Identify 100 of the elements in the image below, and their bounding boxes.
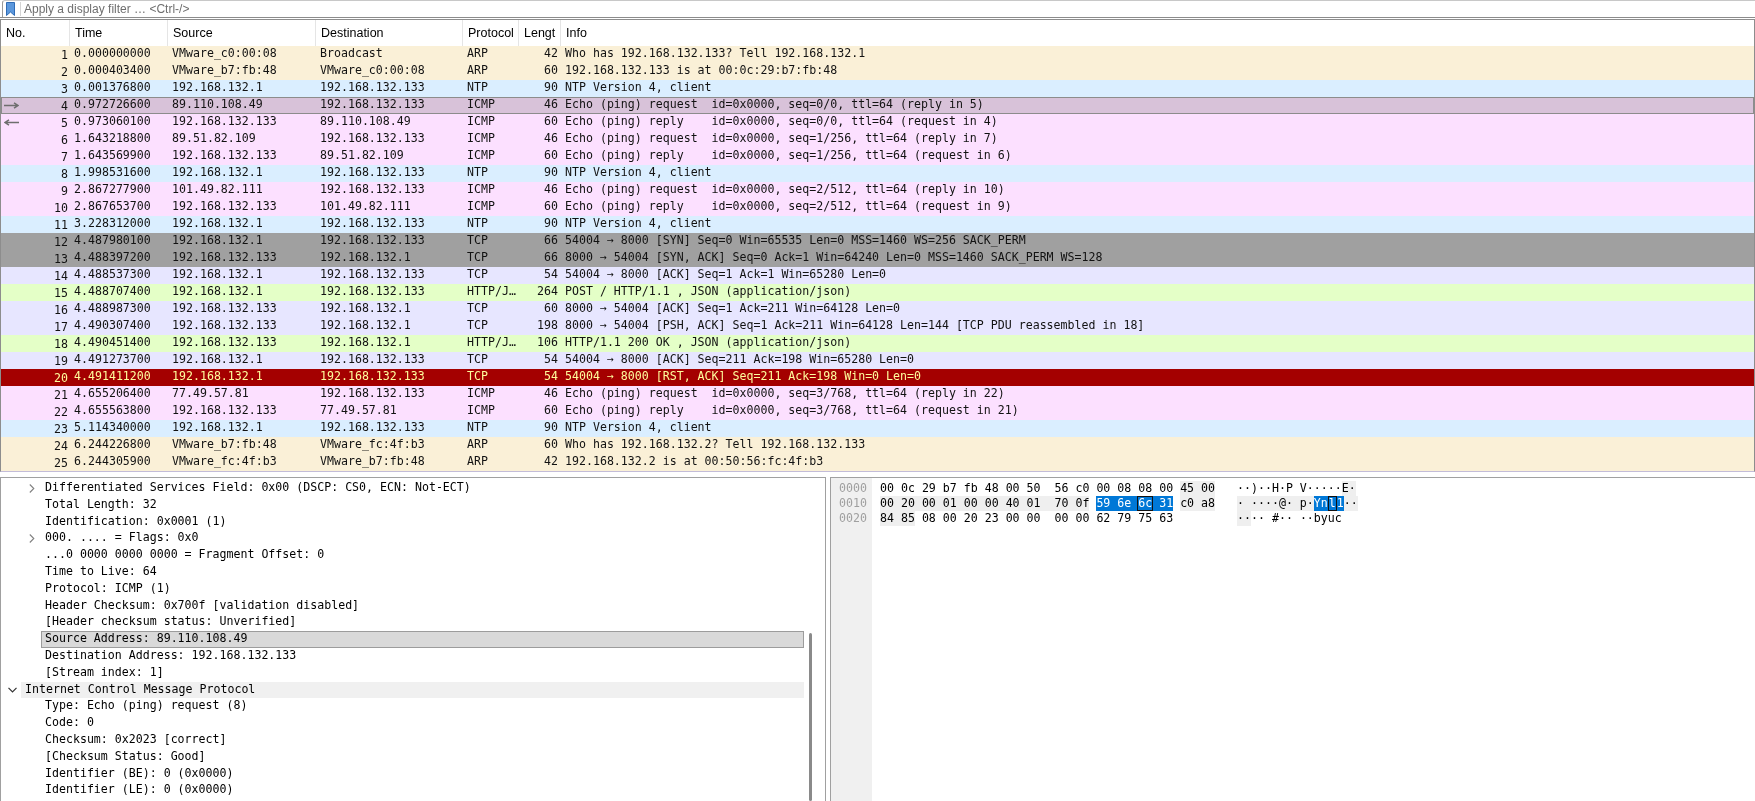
tree-item[interactable]: Differentiated Services Field: 0x00 (DSCP: CS0, ECN: Not-ECT): [41, 480, 804, 497]
tree-item[interactable]: [Header checksum status: Unverified]: [41, 614, 804, 632]
packet-number: 11: [54, 217, 68, 232]
tree-item[interactable]: ...0 0000 0000 0000 = Fragment Offset: 0: [41, 547, 804, 564]
hex-bytes[interactable]: 08 00 20 23 00 00 00 00 62 79 75 63: [921, 511, 1174, 526]
scrollbar-thumb[interactable]: [808, 633, 812, 801]
tree-item[interactable]: Protocol: ICMP (1): [41, 580, 804, 598]
ascii-text[interactable]: · ····@· p·: [1237, 496, 1314, 511]
chevron-down-icon[interactable]: [7, 686, 17, 693]
destination-address: VMware_c0:00:08: [320, 63, 425, 77]
destination-address: 192.168.132.133: [320, 420, 425, 434]
tree-item[interactable]: Identifier (LE): 0 (0x0000): [41, 782, 804, 800]
packet-time: 2.867653700: [74, 199, 151, 213]
packet-number: 13: [54, 251, 68, 266]
destination-address: 101.49.82.111: [320, 199, 411, 213]
packet-row[interactable]: 12 4.487980100 192.168.132.1 192.168.132.133 TCP 66 54004 → 8000 [SYN] Seq=0 Win=65535 Len=0 MSS=1460 WS=256 SACK_PERM: [1, 233, 1754, 250]
ascii-text[interactable]: ··)··H·P V·····: [1237, 481, 1342, 496]
packet-row[interactable]: 18 4.490451400 192.168.132.133 192.168.132.1 HTTP/J… 106 HTTP/1.1 200 OK , JSON (application/json): [1, 335, 1754, 352]
tree-item[interactable]: Type: Echo (ping) request (8): [41, 698, 804, 716]
hex-bytes[interactable]: 84 85: [880, 511, 915, 526]
tree-item[interactable]: Checksum: 0x2023 [correct]: [41, 731, 804, 749]
packet-length: 46: [544, 131, 558, 145]
packet-row[interactable]: 15 4.488707400 192.168.132.1 192.168.132.133 HTTP/J… 264 POST / HTTP/1.1 , JSON (application/json): [1, 284, 1754, 301]
packet-row[interactable]: 16 4.488987300 192.168.132.133 192.168.132.1 TCP 60 8000 → 54004 [ACK] Seq=1 Ack=211 Win=64128 Len=0: [1, 301, 1754, 318]
ascii-text[interactable]: l: [1327, 496, 1337, 511]
destination-address: 192.168.132.133: [320, 267, 425, 281]
tree-item[interactable]: Identification: 0x0001 (1): [41, 513, 804, 531]
tree-item[interactable]: [Stream index: 1]: [41, 664, 804, 682]
packet-length: 54: [544, 352, 558, 366]
packet-time: 5.114340000: [74, 420, 151, 434]
chevron-right-icon[interactable]: [29, 483, 35, 493]
hex-bytes[interactable]: 31: [1153, 496, 1174, 511]
hex-bytes[interactable]: 00 0c 29 b7 fb 48 00 50 56 c0 00 08 08 00: [880, 481, 1174, 496]
packet-row[interactable]: 25 6.244305900 VMware_fc:4f:b3 VMware_b7:fb:48 ARP 42 192.168.132.2 is at 00:50:56:fc:4f:b3: [1, 454, 1754, 471]
packet-row[interactable]: 4 0.972726600 89.110.108.49 192.168.132.133 ICMP 46 Echo (ping) request id=0x0000, seq=0/0, ttl=64 (reply in 5): [1, 97, 1754, 114]
packet-length: 42: [544, 454, 558, 468]
column-header[interactable]: Info: [561, 20, 1754, 46]
tree-item[interactable]: Header Checksum: 0x700f [validation disabled]: [41, 597, 804, 615]
packet-time: 2.867277900: [74, 182, 151, 196]
tree-item[interactable]: Total Length: 32: [41, 496, 804, 514]
packet-length: 60: [544, 199, 558, 213]
packet-row[interactable]: 24 6.244226800 VMware_b7:fb:48 VMware_fc:4f:b3 ARP 60 Who has 192.168.132.2? Tell 192.168.132.133: [1, 437, 1754, 454]
packet-row[interactable]: 20 4.491411200 192.168.132.1 192.168.132.133 TCP 54 54004 → 8000 [RST, ACK] Seq=211 Ack=198 Win=0 Len=0: [1, 369, 1754, 386]
tree-item[interactable]: 000. .... = Flags: 0x0: [41, 530, 804, 548]
packet-info: Echo (ping) reply id=0x0000, seq=0/0, ttl=64 (request in 4): [565, 114, 998, 128]
packet-number: 18: [54, 336, 68, 351]
packet-time: 1.998531600: [74, 165, 151, 179]
protocol-name: ICMP: [467, 386, 495, 400]
packet-row[interactable]: 3 0.001376800 192.168.132.1 192.168.132.133 NTP 90 NTP Version 4, client: [1, 80, 1754, 97]
packet-row[interactable]: 13 4.488397200 192.168.132.133 192.168.132.1 TCP 66 8000 → 54004 [SYN, ACK] Seq=0 Ack=1 Win=64240 Len=0 MSS=1460 SACK_PERM WS=128: [1, 250, 1754, 267]
packet-row[interactable]: 14 4.488537300 192.168.132.1 192.168.132.133 TCP 54 54004 → 8000 [ACK] Seq=1 Ack=1 Win=65280 Len=0: [1, 267, 1754, 284]
ascii-text[interactable]: ··: [1237, 511, 1251, 526]
ascii-text[interactable]: ·· #·· ··byuc: [1251, 511, 1342, 526]
destination-address: 192.168.132.133: [320, 216, 425, 230]
packet-row[interactable]: 1 0.000000000 VMware_c0:00:08 Broadcast ARP 42 Who has 192.168.132.133? Tell 192.168.132.1: [1, 46, 1754, 63]
packet-row[interactable]: 2 0.000403400 VMware_b7:fb:48 VMware_c0:00:08 ARP 60 192.168.132.133 is at 00:0c:29:b7:fb:48: [1, 63, 1754, 80]
tree-item[interactable]: Destination Address: 192.168.132.133: [41, 647, 804, 665]
packet-time: 4.490451400: [74, 335, 151, 349]
chevron-right-icon[interactable]: [29, 534, 35, 544]
packet-time: 0.972726600: [74, 97, 151, 111]
hex-bytes[interactable]: 45 00: [1180, 481, 1216, 496]
packet-row[interactable]: 10 2.867653700 192.168.132.133 101.49.82.111 ICMP 60 Echo (ping) reply id=0x0000, seq=2/512, ttl=64 (request in 9): [1, 199, 1754, 216]
tree-item[interactable]: Time to Live: 64: [41, 564, 804, 581]
packet-row[interactable]: 7 1.643569900 192.168.132.133 89.51.82.109 ICMP 60 Echo (ping) reply id=0x0000, seq=1/256, ttl=64 (request in 6): [1, 148, 1754, 165]
packet-row[interactable]: 21 4.655206400 77.49.57.81 192.168.132.133 ICMP 46 Echo (ping) request id=0x0000, seq=3/768, ttl=64 (reply in 22): [1, 386, 1754, 403]
hex-bytes[interactable]: 00 20 00 01 00 00 40 01 70 0f: [880, 496, 1090, 511]
ascii-text[interactable]: 1: [1336, 496, 1344, 511]
packet-row[interactable]: 17 4.490307400 192.168.132.133 192.168.132.1 TCP 198 8000 → 54004 [PSH, ACK] Seq=1 Ack=211 Win=64128 Len=144 [TCP PDU reassembled in 18]: [1, 318, 1754, 335]
packet-number: 23: [54, 421, 68, 436]
tree-item[interactable]: [Checksum Status: Good]: [41, 748, 804, 766]
hex-bytes[interactable]: c0 a8: [1180, 496, 1216, 511]
packet-number: 3: [61, 81, 68, 96]
packet-row[interactable]: 6 1.643218800 89.51.82.109 192.168.132.133 ICMP 46 Echo (ping) request id=0x0000, seq=1/256, ttl=64 (reply in 7): [1, 131, 1754, 148]
hex-bytes[interactable]: 59 6e: [1096, 496, 1138, 511]
packet-row[interactable]: 5 0.973060100 192.168.132.133 89.110.108.49 ICMP 60 Echo (ping) reply id=0x0000, seq=0/0, ttl=64 (request in 4): [1, 114, 1754, 131]
packet-info: Who has 192.168.132.133? Tell 192.168.132.1: [565, 46, 866, 60]
tree-item[interactable]: Internet Control Message Protocol: [21, 681, 804, 699]
packet-time: 1.643218800: [74, 131, 151, 145]
packet-number: 16: [54, 302, 68, 317]
packet-row[interactable]: 22 4.655563800 192.168.132.133 77.49.57.81 ICMP 60 Echo (ping) reply id=0x0000, seq=3/768, ttl=64 (request in 21): [1, 403, 1754, 420]
destination-address: 192.168.132.1: [320, 301, 411, 315]
packet-row[interactable]: 8 1.998531600 192.168.132.1 192.168.132.133 NTP 90 NTP Version 4, client: [1, 165, 1754, 182]
packet-number: 10: [54, 200, 68, 215]
packet-row[interactable]: 19 4.491273700 192.168.132.1 192.168.132.133 TCP 54 54004 → 8000 [ACK] Seq=211 Ack=198 Win=65280 Len=0: [1, 352, 1754, 369]
tree-item[interactable]: Code: 0: [41, 715, 804, 732]
destination-address: 77.49.57.81: [320, 403, 397, 417]
packet-row[interactable]: 9 2.867277900 101.49.82.111 192.168.132.133 ICMP 46 Echo (ping) request id=0x0000, seq=2/512, ttl=64 (reply in 10): [1, 182, 1754, 199]
protocol-name: ARP: [467, 454, 488, 468]
bookmark-icon[interactable]: [6, 2, 15, 16]
display-filter-field[interactable]: Apply a display filter … <Ctrl-/>: [2, 0, 1755, 17]
packet-number: 19: [54, 353, 68, 368]
tree-item[interactable]: Source Address: 89.110.108.49: [41, 631, 804, 648]
packet-info: 8000 → 54004 [PSH, ACK] Seq=1 Ack=211 Win=64128 Len=144 [TCP PDU reassembled in 18]: [565, 318, 1145, 332]
packet-length: 264: [537, 284, 558, 298]
protocol-name: TCP: [467, 318, 488, 332]
packet-row[interactable]: 11 3.228312000 192.168.132.1 192.168.132.133 NTP 90 NTP Version 4, client: [1, 216, 1754, 233]
packet-row[interactable]: 23 5.114340000 192.168.132.1 192.168.132.133 NTP 90 NTP Version 4, client: [1, 420, 1754, 437]
tree-item[interactable]: Identifier (BE): 0 (0x0000): [41, 765, 804, 783]
hex-bytes[interactable]: 6c: [1137, 496, 1154, 511]
ascii-text[interactable]: E·: [1341, 481, 1356, 496]
